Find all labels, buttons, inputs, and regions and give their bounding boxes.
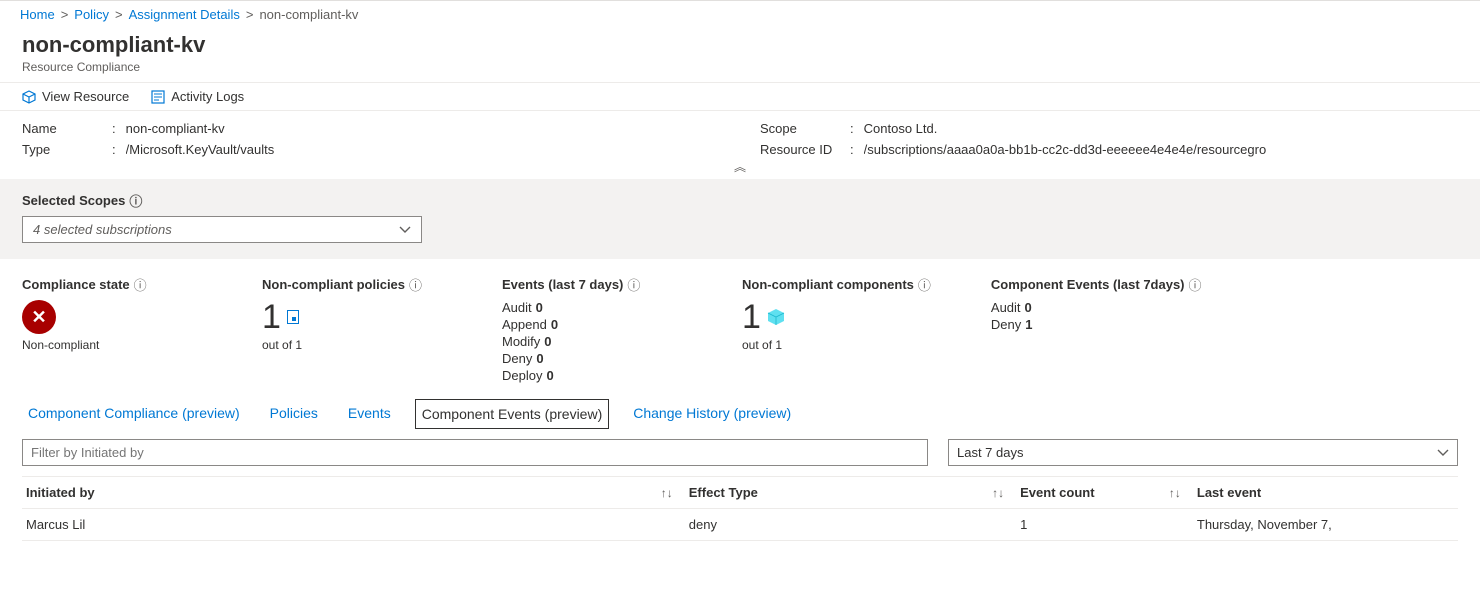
property-type-label: Type xyxy=(22,142,102,157)
chevron-right-icon: > xyxy=(61,7,69,22)
info-icon[interactable]: ⓘ xyxy=(409,275,422,294)
page-subtitle: Resource Compliance xyxy=(22,60,1458,74)
stats-row: Compliance state ⓘ Non-compliant Non-com… xyxy=(0,259,1480,393)
info-icon[interactable]: ⓘ xyxy=(918,275,931,294)
property-scope-label: Scope xyxy=(760,121,840,136)
breadcrumb-policy[interactable]: Policy xyxy=(74,7,109,22)
td-effect-type: deny xyxy=(685,509,1016,540)
events-table: Initiated by↑↓ Effect Type↑↓ Event count… xyxy=(0,476,1480,541)
table-header-row: Initiated by↑↓ Effect Type↑↓ Event count… xyxy=(22,476,1458,509)
breadcrumb-home[interactable]: Home xyxy=(20,7,55,22)
stat-noncompliant-policies: Non-compliant policies ⓘ 1 out of 1 xyxy=(262,275,442,385)
stat-events7-header: Events (last 7 days) xyxy=(502,277,623,292)
cube-outline-icon xyxy=(22,90,36,104)
property-resource-id-value: /subscriptions/aaaa0a0a-bb1b-cc2c-dd3d-e… xyxy=(864,142,1267,157)
selected-scopes-title: Selected Scopes ⓘ xyxy=(22,191,142,210)
policy-icon xyxy=(287,310,299,324)
chevron-down-icon xyxy=(399,226,411,234)
page-title: non-compliant-kv xyxy=(22,32,1458,58)
tab-policies[interactable]: Policies xyxy=(264,399,324,429)
view-resource-label: View Resource xyxy=(42,89,129,104)
info-icon[interactable]: ⓘ xyxy=(627,275,640,294)
breadcrumb: Home > Policy > Assignment Details > non… xyxy=(0,0,1480,28)
activity-logs-button[interactable]: Activity Logs xyxy=(151,89,244,104)
stat-policies-sub: out of 1 xyxy=(262,338,442,352)
td-initiated-by: Marcus Lil xyxy=(22,509,685,540)
property-name-value: non-compliant-kv xyxy=(126,121,225,136)
properties-right: Scope : Contoso Ltd. Resource ID : /subs… xyxy=(760,121,1458,163)
th-last-event[interactable]: Last event xyxy=(1193,477,1458,508)
filter-period-value: Last 7 days xyxy=(957,445,1024,460)
chevron-down-icon xyxy=(1437,449,1449,457)
property-scope-value: Contoso Ltd. xyxy=(864,121,938,136)
property-resource-id-label: Resource ID xyxy=(760,142,840,157)
tab-change-history[interactable]: Change History (preview) xyxy=(627,399,797,429)
stat-compliance-status: Non-compliant xyxy=(22,338,202,352)
td-last-event: Thursday, November 7, xyxy=(1193,509,1458,540)
info-icon[interactable]: ⓘ xyxy=(1189,275,1202,294)
property-name-label: Name xyxy=(22,121,102,136)
property-resource-id: Resource ID : /subscriptions/aaaa0a0a-bb… xyxy=(760,142,1458,157)
th-effect-type[interactable]: Effect Type↑↓ xyxy=(685,477,1016,508)
properties-panel: Name : non-compliant-kv Type : /Microsof… xyxy=(0,111,1480,169)
info-icon[interactable]: ⓘ xyxy=(129,191,142,210)
th-initiated-by[interactable]: Initiated by↑↓ xyxy=(22,477,685,508)
collapse-toggle[interactable]: ︽ xyxy=(734,158,746,175)
breadcrumb-assignment-details[interactable]: Assignment Details xyxy=(129,7,240,22)
activity-logs-icon xyxy=(151,90,165,104)
chevron-right-icon: > xyxy=(115,7,123,22)
stat-components-header: Non-compliant components xyxy=(742,277,914,292)
stat-compliance-header: Compliance state xyxy=(22,277,130,292)
info-icon[interactable]: ⓘ xyxy=(134,275,147,294)
filter-row: Last 7 days xyxy=(0,429,1480,476)
stat-components-value: 1 xyxy=(742,300,761,334)
stat-compevents-header: Component Events (last 7days) xyxy=(991,277,1185,292)
stat-components-sub: out of 1 xyxy=(742,338,931,352)
sort-icon: ↑↓ xyxy=(1169,486,1181,500)
sort-icon: ↑↓ xyxy=(992,486,1004,500)
stat-component-events-7days: Component Events (last 7days) ⓘ Audit0 D… xyxy=(991,275,1202,385)
filter-period-dropdown[interactable]: Last 7 days xyxy=(948,439,1458,466)
th-event-count[interactable]: Event count↑↓ xyxy=(1016,477,1193,508)
stat-compliance-state: Compliance state ⓘ Non-compliant xyxy=(22,275,202,385)
sort-icon: ↑↓ xyxy=(661,486,673,500)
property-name: Name : non-compliant-kv xyxy=(22,121,720,136)
selected-scopes-label: Selected Scopes xyxy=(22,193,125,208)
action-bar: View Resource Activity Logs xyxy=(0,82,1480,111)
component-cube-icon xyxy=(767,308,785,326)
stat-events-7days: Events (last 7 days) ⓘ Audit0 Append0 Mo… xyxy=(502,275,682,385)
property-type: Type : /Microsoft.KeyVault/vaults xyxy=(22,142,720,157)
chevron-right-icon: > xyxy=(246,7,254,22)
stat-noncompliant-components: Non-compliant components ⓘ 1 out of 1 xyxy=(742,275,931,385)
property-type-value: /Microsoft.KeyVault/vaults xyxy=(126,142,275,157)
title-block: non-compliant-kv Resource Compliance xyxy=(0,28,1480,82)
tab-events[interactable]: Events xyxy=(342,399,397,429)
breadcrumb-current: non-compliant-kv xyxy=(259,7,358,22)
tabs: Component Compliance (preview) Policies … xyxy=(0,393,1480,429)
properties-left: Name : non-compliant-kv Type : /Microsof… xyxy=(22,121,720,163)
filter-initiated-by-input[interactable] xyxy=(22,439,928,466)
table-row[interactable]: Marcus Lil deny 1 Thursday, November 7, xyxy=(22,509,1458,541)
selected-scopes-value: 4 selected subscriptions xyxy=(33,222,172,237)
activity-logs-label: Activity Logs xyxy=(171,89,244,104)
view-resource-button[interactable]: View Resource xyxy=(22,89,129,104)
stat-policies-header: Non-compliant policies xyxy=(262,277,405,292)
tab-component-events[interactable]: Component Events (preview) xyxy=(415,399,610,429)
property-scope: Scope : Contoso Ltd. xyxy=(760,121,1458,136)
noncompliant-icon xyxy=(22,300,56,334)
selected-scopes-dropdown[interactable]: 4 selected subscriptions xyxy=(22,216,422,243)
td-event-count: 1 xyxy=(1016,509,1193,540)
stat-policies-value: 1 xyxy=(262,300,281,334)
tab-component-compliance[interactable]: Component Compliance (preview) xyxy=(22,399,246,429)
selected-scopes-panel: Selected Scopes ⓘ 4 selected subscriptio… xyxy=(0,179,1480,259)
